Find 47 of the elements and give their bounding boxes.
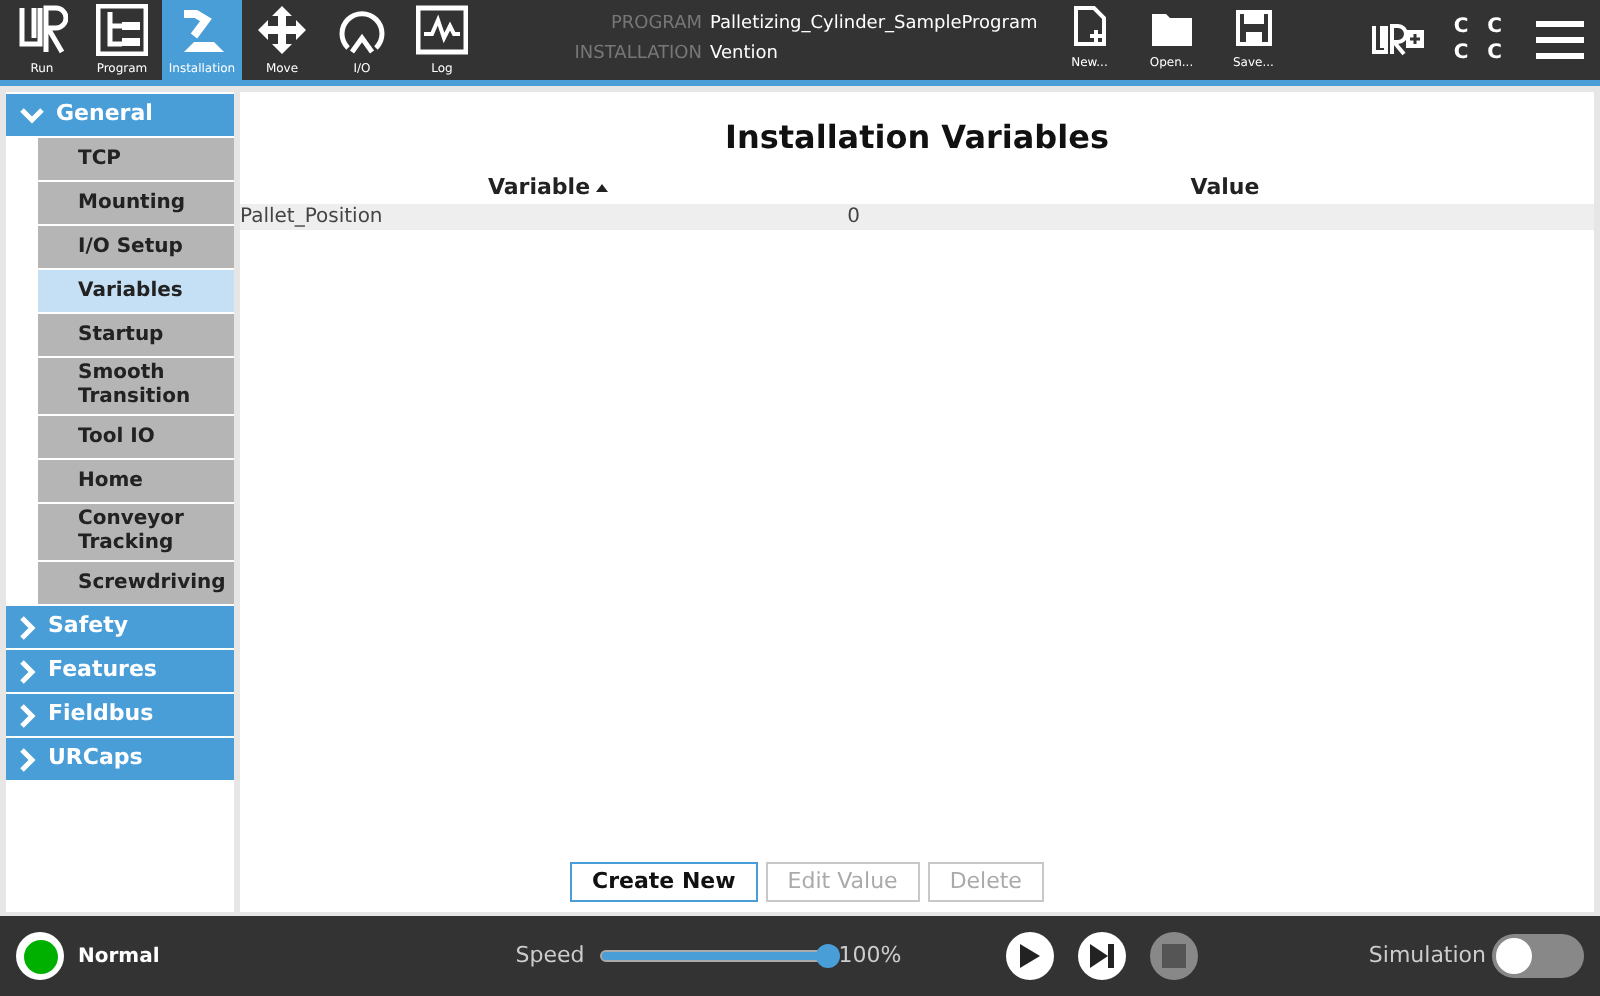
sidebar-item[interactable]: I/O Setup xyxy=(38,226,234,268)
move-arrows-icon xyxy=(256,4,308,56)
program-name: Palletizing_Cylinder_SampleProgram xyxy=(710,12,1038,38)
sidebar-item[interactable]: Mounting xyxy=(38,182,234,224)
play-icon xyxy=(1017,942,1042,970)
robot-state-label: Normal xyxy=(78,943,160,971)
stop-icon xyxy=(1161,944,1186,968)
sidebar-item[interactable]: Screwdriving xyxy=(38,562,234,604)
menu-icon[interactable] xyxy=(1536,20,1584,60)
chevron-right-icon xyxy=(20,703,36,727)
simulation-label: Simulation xyxy=(1368,939,1486,972)
sidebar-item[interactable]: Home xyxy=(38,460,234,502)
installation-label: INSTALLATION xyxy=(572,41,702,67)
table-cell-text: 0 xyxy=(845,204,860,232)
urcaps-logo-icon[interactable] xyxy=(1369,24,1426,56)
playback-button[interactable] xyxy=(1077,932,1126,980)
sidebar-item[interactable]: Conveyor Tracking xyxy=(38,504,234,560)
page-title: Installation Variables xyxy=(725,116,1109,160)
sidebar-item[interactable]: Tool IO xyxy=(38,416,234,458)
playback-button[interactable] xyxy=(1005,932,1054,980)
robot-logo-icon xyxy=(16,4,68,56)
chevron-right-icon xyxy=(20,659,36,683)
new-file-icon xyxy=(1073,6,1106,46)
program-tree-icon xyxy=(96,4,148,56)
step-forward-icon xyxy=(1087,942,1116,970)
slider-thumb[interactable] xyxy=(816,944,841,968)
simulation-toggle[interactable] xyxy=(1492,934,1584,978)
table-cell-text: Pallet_Position xyxy=(240,204,385,232)
column-header[interactable]: Variable xyxy=(487,174,609,202)
program-label: PROGRAM xyxy=(608,12,702,38)
column-header[interactable]: Value xyxy=(1190,174,1260,202)
chevron-down-icon xyxy=(20,107,44,123)
sidebar-item[interactable]: TCP xyxy=(38,138,234,180)
status-indicator-text: C C xyxy=(1453,40,1508,66)
installation-name: Vention xyxy=(710,41,778,67)
status-indicator-text: C C xyxy=(1453,14,1508,40)
graph-monitor-icon xyxy=(416,4,468,56)
chevron-right-icon xyxy=(20,615,36,639)
sidebar-item[interactable]: Smooth Transition xyxy=(38,358,234,414)
speed-label: Speed xyxy=(515,939,585,972)
sidebar-item[interactable]: Startup xyxy=(38,314,234,356)
table-row[interactable]: Pallet_Position 0 xyxy=(240,204,1594,230)
sidebar-item[interactable]: Variables xyxy=(38,270,234,312)
action-button[interactable]: Create New xyxy=(570,862,758,902)
speed-reading: 100% xyxy=(838,939,902,972)
folder-icon xyxy=(1151,10,1192,46)
chevron-right-icon xyxy=(20,747,36,771)
